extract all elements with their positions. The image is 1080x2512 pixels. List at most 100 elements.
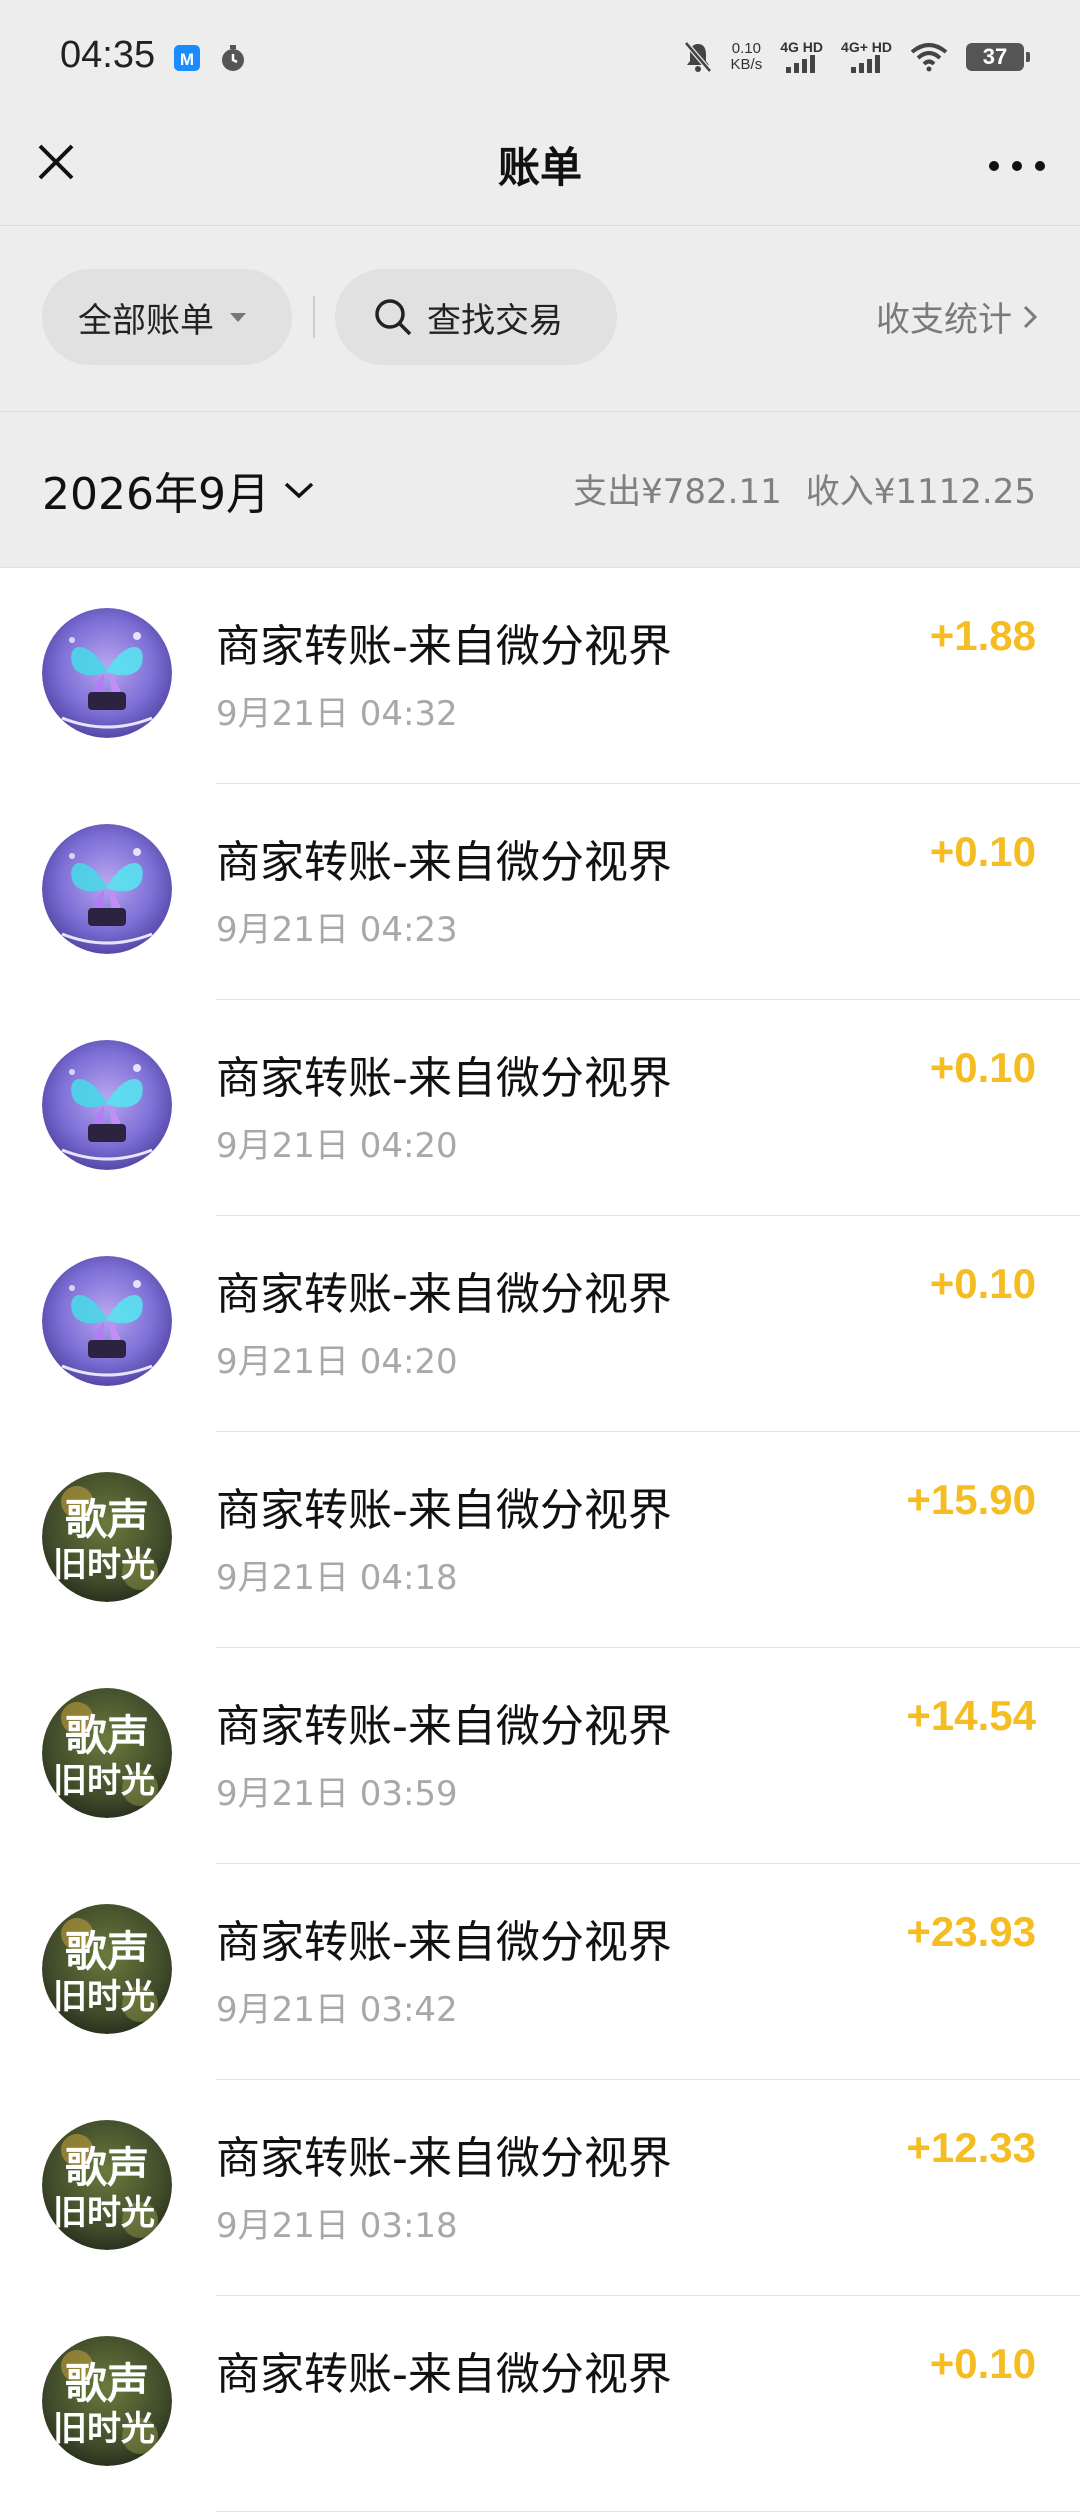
butterfly-avatar-art bbox=[42, 1040, 172, 1170]
month-selector[interactable]: 2026年9月 bbox=[42, 458, 316, 522]
transaction-title: 商家转账-来自微分视界 bbox=[216, 1053, 672, 1104]
transaction-amount: +23.93 bbox=[906, 1908, 1036, 1955]
svg-text:歌声: 歌声 bbox=[65, 2359, 149, 2408]
transaction-amount: +1.88 bbox=[929, 612, 1036, 659]
more-icon[interactable] bbox=[984, 136, 1050, 196]
page-title: 账单 bbox=[497, 143, 582, 192]
chevron-down-icon bbox=[284, 482, 314, 499]
net-speed-unit: KB/s bbox=[730, 56, 763, 73]
song-avatar-art: 歌声 旧时光 bbox=[42, 1472, 172, 1602]
svg-text:歌声: 歌声 bbox=[65, 1711, 149, 1760]
svg-text:旧时光: 旧时光 bbox=[53, 1545, 155, 1585]
merchant-avatar: 歌声 旧时光 bbox=[42, 2120, 172, 2250]
transaction-title: 商家转账-来自微分视界 bbox=[216, 1701, 672, 1752]
wifi-icon bbox=[910, 43, 948, 72]
sim2-signal: 4G+ HD bbox=[841, 40, 892, 74]
merchant-avatar: 歌声 旧时光 bbox=[42, 1688, 172, 1818]
transaction-title: 商家转账-来自微分视界 bbox=[216, 2349, 672, 2400]
sim1-signal: 4G HD bbox=[780, 40, 823, 74]
svg-text:旧时光: 旧时光 bbox=[53, 2409, 155, 2449]
transaction-time: 9月21日 04:18 bbox=[216, 1558, 458, 1598]
merchant-avatar bbox=[42, 824, 172, 954]
expense-total: 支出¥782.11 bbox=[573, 472, 782, 512]
chevron-right-icon bbox=[1023, 305, 1038, 328]
transaction-time: 9月21日 04:23 bbox=[216, 910, 458, 950]
transaction-row[interactable]: 歌声 旧时光 商家转账-来自微分视界 9月21日 03:18 +12.33 bbox=[0, 2080, 1080, 2296]
svg-text:旧时光: 旧时光 bbox=[53, 1761, 155, 1801]
timer-icon bbox=[222, 45, 244, 71]
transaction-time: 9月21日 03:18 bbox=[216, 2206, 458, 2246]
transaction-amount: +15.90 bbox=[906, 1476, 1036, 1523]
svg-text:旧时光: 旧时光 bbox=[53, 2193, 155, 2233]
butterfly-avatar-art bbox=[42, 1256, 172, 1386]
transaction-title: 商家转账-来自微分视界 bbox=[216, 621, 672, 672]
search-transactions-button[interactable]: 查找交易 bbox=[335, 269, 617, 365]
transaction-amount: +14.54 bbox=[906, 1692, 1036, 1739]
svg-text:歌声: 歌声 bbox=[65, 1495, 149, 1544]
transaction-row[interactable]: 商家转账-来自微分视界 9月21日 04:20 +0.10 bbox=[0, 1216, 1080, 1432]
merchant-avatar bbox=[42, 1256, 172, 1386]
transaction-title: 商家转账-来自微分视界 bbox=[216, 1917, 672, 1968]
all-bills-dropdown[interactable]: 全部账单 bbox=[42, 269, 292, 365]
transaction-time: 9月21日 04:32 bbox=[216, 694, 458, 734]
song-avatar-art: 歌声 旧时光 bbox=[42, 2120, 172, 2250]
transaction-row[interactable]: 商家转账-来自微分视界 9月21日 04:20 +0.10 bbox=[0, 1000, 1080, 1216]
merchant-avatar bbox=[42, 1040, 172, 1170]
butterfly-avatar-art bbox=[42, 608, 172, 738]
svg-text:歌声: 歌声 bbox=[65, 1927, 149, 1976]
net-speed: 0.10 KB/s bbox=[731, 41, 763, 73]
sim1-label: 4G HD bbox=[780, 39, 824, 55]
transaction-time: 9月21日 04:20 bbox=[216, 1126, 458, 1166]
transaction-row[interactable]: 歌声 旧时光 商家转账-来自微分视界 9月21日 03:42 +23.93 bbox=[0, 1864, 1080, 2080]
net-speed-value: 0.10 bbox=[731, 40, 761, 57]
merchant-avatar: 歌声 旧时光 bbox=[42, 1904, 172, 2034]
transaction-row[interactable]: 歌声 旧时光 商家转账-来自微分视界 9月21日 04:18 +15.90 bbox=[0, 1432, 1080, 1648]
status-right-group: 0.10 KB/s 4G HD 4G+ HD 37 bbox=[683, 34, 1030, 80]
transaction-amount: +0.10 bbox=[929, 1044, 1036, 1091]
maps-app-icon: M bbox=[174, 45, 200, 71]
filter-divider bbox=[313, 296, 315, 338]
month-label: 2026年9月 bbox=[42, 469, 270, 520]
mute-bell-icon bbox=[683, 41, 712, 73]
all-bills-label: 全部账单 bbox=[78, 300, 214, 341]
signal-icon bbox=[785, 55, 815, 73]
song-avatar-art: 歌声 旧时光 bbox=[42, 1688, 172, 1818]
search-label: 查找交易 bbox=[427, 300, 563, 341]
transaction-title: 商家转账-来自微分视界 bbox=[216, 1269, 672, 1320]
merchant-avatar: 歌声 旧时光 bbox=[42, 2336, 172, 2466]
status-bar: 04:35 M 0.10 KB/s 4G HD 4G+ HD 37 bbox=[0, 0, 1080, 112]
svg-text:M: M bbox=[180, 50, 194, 69]
battery-icon: 37 bbox=[966, 43, 1030, 71]
transaction-time: 9月21日 03:42 bbox=[216, 1990, 458, 2030]
transaction-row[interactable]: 商家转账-来自微分视界 9月21日 04:32 +1.88 bbox=[0, 568, 1080, 784]
transaction-amount: +0.10 bbox=[929, 2340, 1036, 2387]
signal-icon bbox=[850, 55, 880, 73]
merchant-avatar bbox=[42, 608, 172, 738]
merchant-avatar: 歌声 旧时光 bbox=[42, 1472, 172, 1602]
nav-bar: 账单 bbox=[0, 112, 1080, 226]
caret-down-icon bbox=[230, 313, 246, 322]
stats-label: 收支统计 bbox=[876, 300, 1012, 340]
filter-bar: 全部账单 查找交易 收支统计 bbox=[0, 226, 1080, 412]
svg-text:旧时光: 旧时光 bbox=[53, 1977, 155, 2017]
svg-text:歌声: 歌声 bbox=[65, 2143, 149, 2192]
transaction-title: 商家转账-来自微分视界 bbox=[216, 1485, 672, 1536]
income-total: 收入¥1112.25 bbox=[805, 472, 1036, 512]
transaction-title: 商家转账-来自微分视界 bbox=[216, 2133, 672, 2184]
month-summary: 支出¥782.11 收入¥1112.25 bbox=[573, 464, 1036, 513]
song-avatar-art: 歌声 旧时光 bbox=[42, 1904, 172, 2034]
transaction-row[interactable]: 歌声 旧时光 商家转账-来自微分视界 9月21日 03:59 +14.54 bbox=[0, 1648, 1080, 1864]
transaction-time: 9月21日 03:59 bbox=[216, 1774, 458, 1814]
transaction-row[interactable]: 歌声 旧时光 商家转账-来自微分视界 +0.10 bbox=[0, 2296, 1080, 2512]
transaction-time: 9月21日 04:20 bbox=[216, 1342, 458, 1382]
transaction-amount: +0.10 bbox=[929, 1260, 1036, 1307]
sim2-label: 4G+ HD bbox=[841, 39, 892, 55]
search-icon bbox=[375, 299, 412, 336]
transaction-list: 商家转账-来自微分视界 9月21日 04:32 +1.88 商家转账-来自微分视界 9… bbox=[0, 568, 1080, 2512]
transaction-row[interactable]: 商家转账-来自微分视界 9月21日 04:23 +0.10 bbox=[0, 784, 1080, 1000]
transaction-amount: +12.33 bbox=[906, 2124, 1036, 2171]
transaction-amount: +0.10 bbox=[929, 828, 1036, 875]
transaction-title: 商家转账-来自微分视界 bbox=[216, 837, 672, 888]
stats-link[interactable]: 收支统计 bbox=[876, 292, 1040, 341]
status-time: 04:35 bbox=[60, 34, 156, 76]
